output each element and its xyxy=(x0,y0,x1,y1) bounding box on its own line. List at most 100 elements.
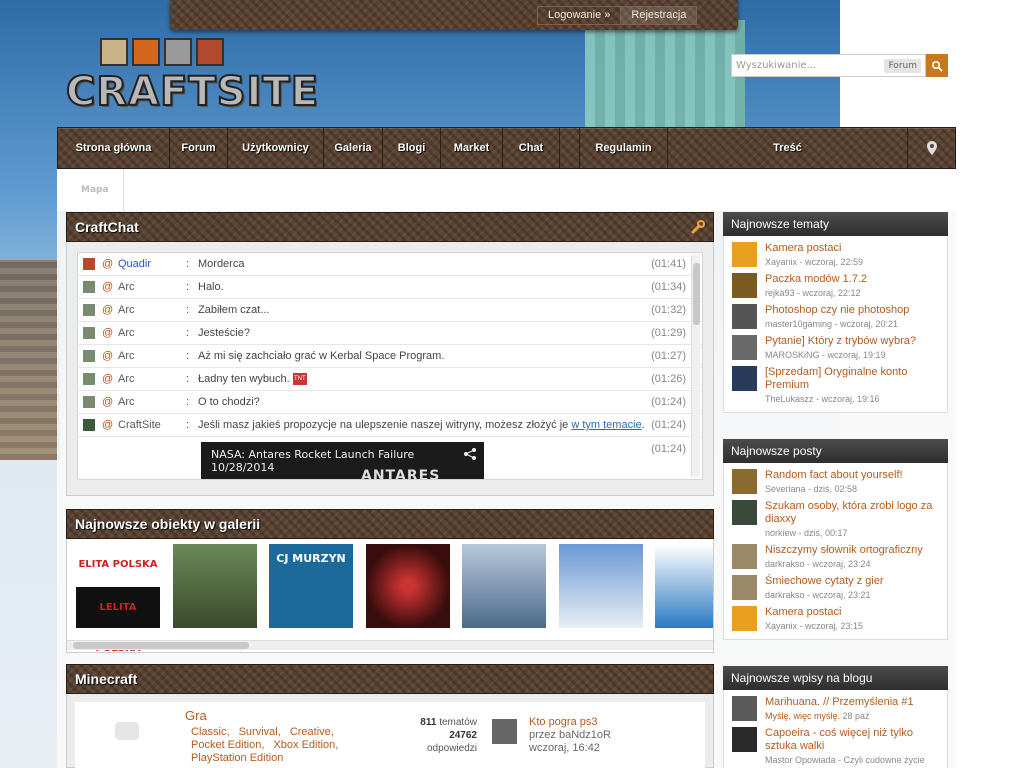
chat-scrollbar[interactable] xyxy=(691,255,700,477)
separator: : xyxy=(186,281,190,293)
nav-content[interactable]: Treść xyxy=(668,128,908,168)
mention-icon[interactable]: @ xyxy=(102,304,118,316)
nav-blogs[interactable]: Blogi xyxy=(383,128,441,168)
user-bar: Logowanie » Rejestracja xyxy=(170,0,738,30)
forum-title[interactable]: Gra xyxy=(185,708,207,723)
map-pin-icon xyxy=(926,141,937,155)
latest-posts-block: Najnowsze posty Random fact about yourse… xyxy=(723,439,948,640)
search-button[interactable] xyxy=(926,54,948,77)
item-title[interactable]: Szukam osoby, która zrobi logo za diaxxy xyxy=(765,500,939,526)
gallery-thumb[interactable]: CJ MURZYN xyxy=(269,544,353,628)
gallery-thumb[interactable] xyxy=(462,544,546,628)
gallery-thumb[interactable] xyxy=(559,544,643,628)
avatar[interactable] xyxy=(732,469,757,494)
mention-icon[interactable]: @ xyxy=(102,327,118,339)
block-body: Kamera postaci Xayanix - wczoraj, 22:59 P… xyxy=(723,236,948,413)
item-date: Czyli cudowne życie xyxy=(843,755,925,765)
avatar[interactable] xyxy=(732,304,757,329)
mention-icon[interactable]: @ xyxy=(102,419,118,431)
gallery-scrollbar[interactable] xyxy=(67,640,713,650)
gallery-thumb[interactable] xyxy=(366,544,450,628)
scrollbar-thumb[interactable] xyxy=(693,263,700,325)
avatar[interactable] xyxy=(732,242,757,267)
nav-gallery[interactable]: Galeria xyxy=(324,128,383,168)
chat-username[interactable]: Quadir xyxy=(118,258,186,270)
item-title[interactable]: Marihuana. // Przemyślenia #1 xyxy=(765,696,914,709)
site-logo[interactable]: CRAFTSITE xyxy=(65,38,331,120)
item-title[interactable]: Pytanie] Który z trybów wybra? xyxy=(765,335,916,348)
gallery-thumb[interactable] xyxy=(655,544,713,628)
gallery-thumb[interactable]: ELITA POLSKA xyxy=(76,544,160,585)
subforum-link[interactable]: PlayStation Edition xyxy=(191,752,283,764)
chat-username[interactable]: Arc xyxy=(118,350,186,362)
item-title[interactable]: Paczka modów 1.7.2 xyxy=(765,273,867,286)
gallery-strip: ELITA POLSKA LELITA POLSKA CJ MURZYN xyxy=(66,539,714,653)
avatar[interactable] xyxy=(732,335,757,360)
avatar xyxy=(83,304,95,316)
last-post-avatar[interactable] xyxy=(492,719,517,744)
mention-icon[interactable]: @ xyxy=(102,350,118,362)
item-title[interactable]: Capoeira - coś więcej niż tylko sztuka w… xyxy=(765,727,939,753)
nav-home[interactable]: Strona główna xyxy=(58,128,170,168)
list-item: Śmiechowe cytaty z gier darkrakso - wczor… xyxy=(724,572,947,603)
nav-location[interactable] xyxy=(908,128,955,168)
nav-forum[interactable]: Forum xyxy=(170,128,228,168)
chat-username[interactable]: CraftSite xyxy=(118,419,186,431)
embedded-video[interactable]: NASA: Antares Rocket Launch Failure 10/2… xyxy=(201,442,484,479)
separator: : xyxy=(186,304,190,316)
avatar[interactable] xyxy=(732,696,757,721)
nav-users[interactable]: Użytkownicy xyxy=(228,128,324,168)
item-title[interactable]: Photoshop czy nie photoshop xyxy=(765,304,909,317)
subforum-link[interactable]: Creative, xyxy=(290,726,334,738)
nav-rules[interactable]: Regulamin xyxy=(580,128,668,168)
mention-icon[interactable]: @ xyxy=(102,258,118,270)
item-title[interactable]: Random fact about yourself! xyxy=(765,469,903,482)
chat-username[interactable]: Arc xyxy=(118,373,186,385)
item-title[interactable]: Śmiechowe cytaty z gier xyxy=(765,575,884,588)
gallery-thumb[interactable] xyxy=(173,544,257,628)
chat-text: Aż mi się zachciało grać w Kerbal Space … xyxy=(198,350,445,362)
nav-chat[interactable]: Chat xyxy=(503,128,560,168)
last-post-title[interactable]: Kto pogra ps3 xyxy=(529,716,611,729)
avatar[interactable] xyxy=(732,273,757,298)
item-title[interactable]: Kamera postaci xyxy=(765,606,863,619)
subforum-link[interactable]: Xbox Edition, xyxy=(273,739,338,751)
last-post-author[interactable]: przez baNdz1oR xyxy=(529,729,611,742)
mention-icon[interactable]: @ xyxy=(102,373,118,385)
chat-username[interactable]: Arc xyxy=(118,396,186,408)
mention-icon[interactable]: @ xyxy=(102,281,118,293)
search-scope[interactable]: Forum xyxy=(884,58,921,73)
avatar[interactable] xyxy=(732,366,757,391)
search-icon xyxy=(931,60,943,72)
separator: : xyxy=(186,258,190,270)
category-body: Gra Classic, Survival, Creative, Pocket … xyxy=(66,694,714,768)
chat-username[interactable]: Arc xyxy=(118,304,186,316)
logo-text: CRAFTSITE xyxy=(65,69,320,115)
gallery-thumb[interactable]: LELITA POLSKA xyxy=(76,587,160,652)
subforum-link[interactable]: Classic, xyxy=(191,726,230,738)
item-title[interactable]: [Sprzedam] Oryginalne konto Premium xyxy=(765,366,939,392)
item-title[interactable]: Niszczymy słownik ortograficzny xyxy=(765,544,923,557)
item-title[interactable]: Kamera postaci xyxy=(765,242,863,255)
chat-username[interactable]: Arc xyxy=(118,327,186,339)
item-meta[interactable]: Mastor Opowiada xyxy=(765,755,836,765)
avatar[interactable] xyxy=(732,544,757,569)
avatar[interactable] xyxy=(732,606,757,631)
mention-icon[interactable]: @ xyxy=(102,396,118,408)
login-link[interactable]: Logowanie » xyxy=(538,7,620,24)
avatar[interactable] xyxy=(732,575,757,600)
scrollbar-thumb[interactable] xyxy=(73,642,249,649)
item-meta[interactable]: Myślę, więc myślę. xyxy=(765,711,840,721)
chat-username[interactable]: Arc xyxy=(118,281,186,293)
subforum-link[interactable]: Pocket Edition, xyxy=(191,739,264,751)
register-link[interactable]: Rejestracja xyxy=(620,7,697,24)
avatar[interactable] xyxy=(732,727,757,752)
topic-link[interactable]: w tym temacie xyxy=(571,419,641,431)
avatar[interactable] xyxy=(732,500,757,525)
search-input[interactable]: Wyszukiwanie... Forum xyxy=(731,54,926,77)
subforum-link[interactable]: Survival, xyxy=(239,726,281,738)
chat-time: (01:27) xyxy=(651,350,686,362)
forum-row: Gra Classic, Survival, Creative, Pocket … xyxy=(75,702,705,768)
subnav-map[interactable]: Mapa xyxy=(81,185,109,195)
nav-market[interactable]: Market xyxy=(441,128,503,168)
